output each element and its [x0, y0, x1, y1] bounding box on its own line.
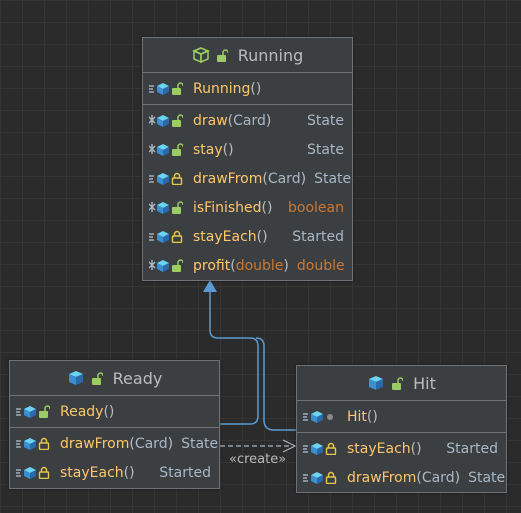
paren-close: ): [129, 464, 135, 481]
constructor-row[interactable]: Hit(): [297, 402, 506, 431]
method-name: isFinished: [193, 199, 262, 216]
class-name: Running: [237, 45, 304, 65]
method-name: stayEach: [347, 440, 411, 457]
class-header: Ready: [10, 361, 219, 396]
class-running[interactable]: Running Running() draw(Card) State stay() Sta…: [142, 37, 353, 281]
abstract-method-icon: [149, 201, 193, 215]
class-icon: [67, 369, 87, 387]
methods-section: draw(Card) State stay() State drawFrom(Card)…: [143, 105, 352, 281]
method-name: drawFrom: [60, 435, 130, 452]
paren-close: ): [265, 112, 272, 129]
constructor-row[interactable]: Ready(): [10, 397, 219, 426]
inheritance-arrowhead: [203, 280, 217, 292]
constructor-icons: [149, 82, 193, 96]
constructors-section: Ready(): [10, 396, 219, 428]
constructors-section: Running(): [143, 73, 352, 105]
return-type: Started: [292, 228, 344, 245]
method-name: drawFrom: [193, 170, 263, 187]
method-name: drawFrom: [347, 469, 417, 486]
return-type: State: [306, 141, 344, 158]
return-type: State: [468, 469, 506, 486]
method-row[interactable]: isFinished() boolean: [143, 193, 352, 222]
method-params: Card: [134, 435, 168, 452]
method-icon: [16, 437, 60, 451]
constructor-icons: [303, 410, 347, 424]
constructor-parens: (): [250, 80, 262, 97]
class-ready[interactable]: Ready Ready() drawFrom(Card) State stayEach(…: [9, 360, 220, 489]
method-row[interactable]: profit(double) double: [143, 251, 352, 280]
method-row[interactable]: stayEach() Started: [143, 222, 352, 251]
create-stereotype-label: «create»: [229, 452, 287, 467]
method-params: Card: [421, 469, 455, 486]
return-type: Started: [159, 464, 211, 481]
method-row[interactable]: drawFrom(Card) State: [297, 463, 506, 492]
method-params: Card: [233, 112, 266, 129]
constructor-icons: [16, 405, 60, 419]
class-hit[interactable]: Hit Hit() stayEach() Started drawFrom(Card) S…: [296, 365, 507, 493]
public-access-icon: [216, 48, 228, 62]
abstract-method-icon: [149, 259, 193, 273]
method-row[interactable]: stayEach() Started: [10, 458, 219, 487]
paren-close: ): [262, 228, 268, 245]
inheritance-edge-hit-to-running[interactable]: [255, 337, 296, 431]
class-header: Hit: [297, 366, 506, 401]
method-params: double: [235, 257, 284, 274]
method-icon: [16, 466, 60, 480]
constructors-section: Hit(): [297, 401, 506, 433]
class-icon: [367, 374, 387, 392]
constructor-name: Running: [193, 80, 251, 97]
return-type: State: [181, 435, 219, 452]
return-type: Started: [446, 440, 498, 457]
class-header: Running: [143, 38, 352, 73]
abstract-method-icon: [149, 114, 193, 128]
method-row[interactable]: stayEach() Started: [297, 434, 506, 463]
constructor-row[interactable]: Running(): [143, 74, 352, 103]
constructor-parens: (): [366, 408, 378, 425]
public-access-icon: [391, 376, 404, 390]
return-type: State: [314, 170, 352, 187]
return-type: boolean: [288, 199, 344, 216]
constructor-parens: (): [103, 403, 115, 420]
paren-close: ): [267, 199, 273, 216]
class-name: Hit: [413, 373, 436, 393]
return-type: double: [296, 257, 345, 274]
method-name: profit: [193, 257, 231, 274]
method-name: stay: [193, 141, 223, 158]
method-row[interactable]: drawFrom(Card) State: [10, 429, 219, 458]
method-row[interactable]: stay() State: [143, 135, 352, 164]
paren-close: ): [416, 440, 422, 457]
constructor-name: Ready: [60, 403, 104, 420]
method-params: Card: [267, 170, 301, 187]
method-name: stayEach: [60, 464, 124, 481]
methods-section: drawFrom(Card) State stayEach() Started: [10, 428, 219, 488]
method-name: stayEach: [193, 228, 257, 245]
method-icon: [303, 471, 347, 485]
constructor-name: Hit: [347, 408, 367, 425]
methods-section: stayEach() Started drawFrom(Card) State: [297, 433, 506, 493]
return-type: State: [306, 112, 344, 129]
abstract-method-icon: [149, 143, 193, 157]
method-row[interactable]: drawFrom(Card) State: [143, 164, 352, 193]
method-row[interactable]: draw(Card) State: [143, 106, 352, 135]
abstract-class-icon: [191, 46, 212, 64]
class-name: Ready: [112, 368, 163, 388]
method-icon: [149, 230, 193, 244]
method-icon: [303, 442, 347, 456]
paren-close: ): [228, 141, 234, 158]
method-name: draw: [193, 112, 228, 129]
method-icon: [149, 172, 193, 186]
public-access-icon: [91, 371, 103, 385]
